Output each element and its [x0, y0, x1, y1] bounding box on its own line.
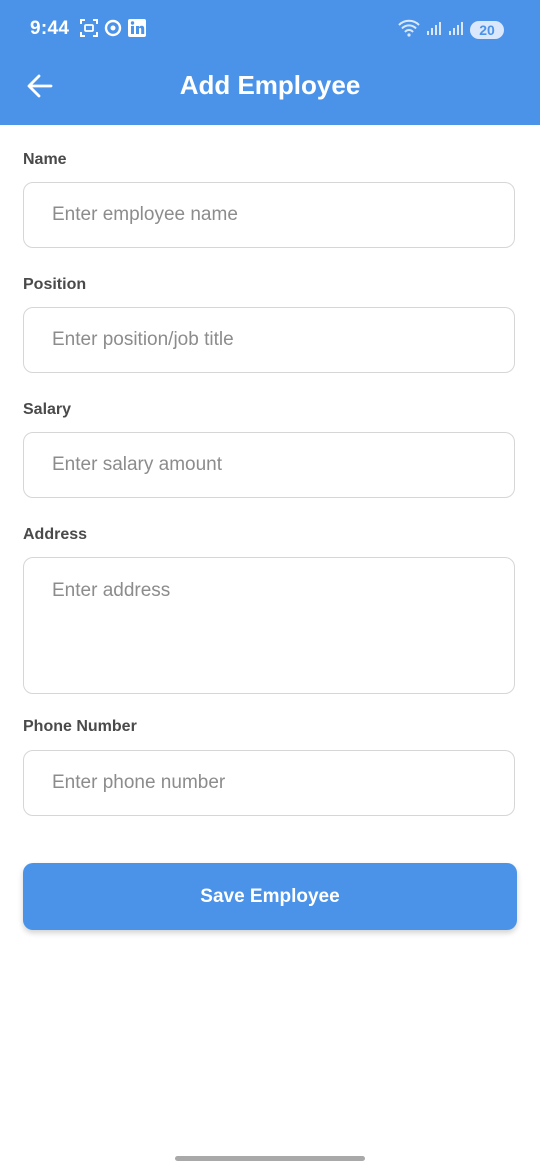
salary-label: Salary: [23, 401, 72, 418]
signal-icon: [448, 20, 464, 41]
signal-icon: [426, 20, 442, 41]
phone-field[interactable]: [23, 750, 515, 816]
name-field[interactable]: [23, 182, 515, 248]
app-bar: 9:44 20 Add Employee: [0, 0, 540, 125]
name-input[interactable]: [24, 183, 514, 247]
salary-input[interactable]: [24, 433, 514, 497]
phone-label: Phone Number: [23, 718, 137, 735]
status-bar: 9:44 20: [0, 0, 540, 58]
status-icons-right: 20: [398, 19, 504, 41]
address-label: Address: [23, 526, 88, 543]
phone-input[interactable]: [24, 751, 514, 815]
position-label: Position: [23, 276, 87, 293]
name-label: Name: [23, 151, 67, 168]
page-title: Add Employee: [179, 70, 361, 100]
position-input[interactable]: [24, 308, 514, 372]
home-indicator[interactable]: [175, 1156, 365, 1161]
address-input[interactable]: [24, 558, 514, 688]
status-icons-left: [80, 18, 146, 42]
save-employee-button[interactable]: Save Employee: [23, 863, 517, 930]
salary-field[interactable]: [23, 432, 515, 498]
address-field[interactable]: [23, 557, 515, 694]
wifi-icon: [398, 19, 420, 42]
linkedin-icon: [128, 18, 146, 42]
sync-icon: [104, 19, 122, 42]
battery-indicator: 20: [470, 21, 504, 39]
status-time: 9:44: [30, 18, 70, 39]
position-field[interactable]: [23, 307, 515, 373]
screenshot-icon: [80, 18, 98, 42]
